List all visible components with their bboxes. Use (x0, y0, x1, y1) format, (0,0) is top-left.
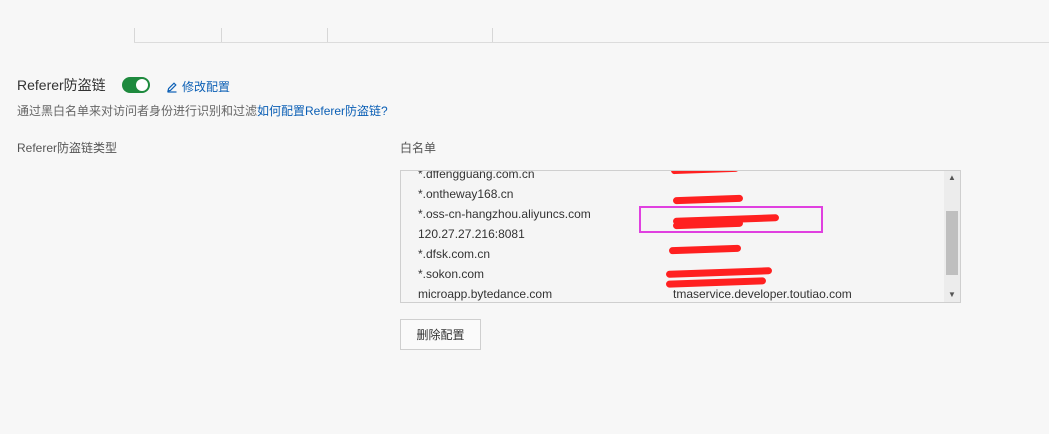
list-item: microapp.bytedance.com tmaservice.develop… (401, 284, 943, 302)
scroll-down-icon[interactable]: ▼ (944, 288, 960, 302)
whitelist-domain: *.dfsk.com.cn (418, 247, 491, 261)
scroll-thumb[interactable] (946, 211, 958, 275)
redaction-mark (665, 267, 773, 278)
referer-title: Referer防盗链 (17, 77, 106, 93)
whitelist-domain: 120.27.27.216:8081 (418, 227, 525, 241)
whitelist-domain: *.dffengguang.com.cn (418, 170, 535, 181)
scrollbar[interactable]: ▲ ▼ (944, 171, 960, 302)
whitelist-domain-2: tmaservice.developer.toutiao.com (673, 287, 852, 301)
list-item: *.sokon.com (401, 264, 943, 288)
list-item: *.dffengguang.com.cn (401, 170, 943, 184)
redaction-mark (672, 194, 744, 205)
toggle-knob (136, 79, 148, 91)
referer-description: 通过黑白名单来对访问者身份进行识别和过滤如何配置Referer防盗链? (17, 102, 388, 119)
tab-bar (17, 0, 1049, 43)
list-item: *.ontheway168.cn (401, 184, 943, 205)
whitelist-label: 白名单 (400, 141, 437, 155)
whitelist-textarea[interactable]: *.dffengguang.com.cn *.ontheway168.cn *.os… (400, 170, 961, 303)
delete-config-button[interactable]: 删除配置 (400, 319, 481, 350)
pencil-icon (167, 81, 177, 93)
whitelist-domain: *.sokon.com (418, 267, 485, 281)
list-item: *.dfsk.com.cn (401, 244, 943, 264)
tab-separator (492, 28, 493, 42)
edit-config-link[interactable]: 修改配置 (166, 78, 230, 95)
whitelist-domain: *.oss-cn-hangzhou.aliyuncs.com (418, 207, 591, 221)
redaction-mark (670, 171, 740, 175)
tab-separator (134, 28, 135, 42)
tab-separator (327, 28, 328, 42)
highlight-box (639, 206, 823, 233)
scroll-up-icon[interactable]: ▲ (944, 171, 960, 185)
edit-config-label: 修改配置 (182, 80, 231, 94)
whitelist-domain: *.ontheway168.cn (418, 187, 514, 201)
tab-active[interactable] (17, 0, 134, 43)
tab-separator (221, 28, 222, 42)
referer-type-label: Referer防盗链类型 (17, 141, 118, 155)
whitelist-rows: *.dffengguang.com.cn *.ontheway168.cn *.os… (401, 170, 943, 302)
whitelist-domain: microapp.bytedance.com (418, 287, 553, 301)
referer-toggle[interactable] (122, 77, 150, 93)
redaction-mark (668, 244, 742, 255)
help-link[interactable]: 如何配置Referer防盗链? (257, 104, 388, 118)
description-text: 通过黑白名单来对访问者身份进行识别和过滤 (17, 104, 258, 118)
